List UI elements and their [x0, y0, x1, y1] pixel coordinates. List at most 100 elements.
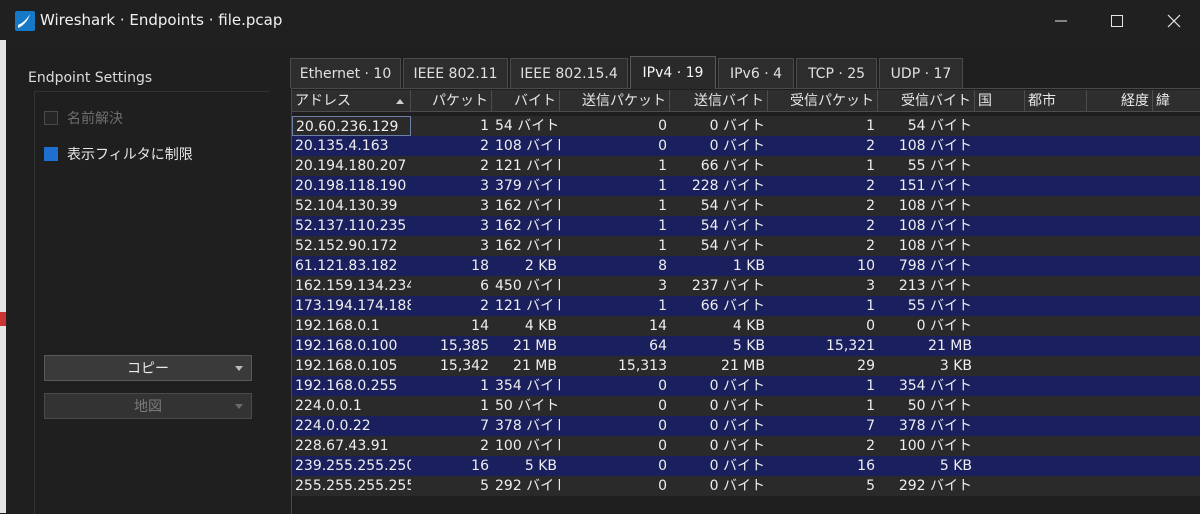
cell-longitude — [1087, 456, 1153, 476]
cell-address: 61.121.83.182 — [295, 258, 398, 274]
cell-bytes: 292 バイト — [495, 478, 560, 494]
cell-rx-packets: 5 — [866, 478, 875, 494]
header-bytes[interactable]: バイト — [492, 90, 560, 112]
header-longitude[interactable]: 経度 — [1087, 90, 1153, 112]
cell-tx-bytes: 0 バイト — [709, 418, 765, 434]
sort-ascending-icon — [396, 99, 404, 104]
cell-longitude — [1087, 436, 1153, 456]
copy-button-label: コピー — [127, 361, 169, 377]
tab-udp[interactable]: UDP · 17 — [879, 58, 963, 88]
cell-tx-packets: 0 — [658, 478, 667, 494]
cell-country — [975, 136, 1025, 156]
tab-ieee-802-15-4[interactable]: IEEE 802.15.4 — [510, 58, 628, 88]
cell-packets: 2 — [480, 158, 489, 174]
cell-bytes: 354 バイト — [495, 378, 560, 394]
cell-rx-bytes: 100 バイト — [898, 438, 972, 454]
maximize-button[interactable] — [1097, 6, 1137, 36]
table-row[interactable]: 192.168.0.1 14 4 KB 14 4 KB 0 0 バイト — [292, 316, 1200, 336]
table-row[interactable]: 192.168.0.255 1 354 バイト 0 0 バイト 1 354 バイト — [292, 376, 1200, 396]
name-resolution-checkbox[interactable]: 名前解決 — [44, 107, 123, 129]
cell-tx-packets: 8 — [658, 258, 667, 274]
table-row[interactable]: 52.104.130.39 3 162 バイト 1 54 バイト 2 108 バイト — [292, 196, 1200, 216]
header-rx-packets[interactable]: 受信パケット — [768, 90, 878, 112]
cell-latitude — [1153, 276, 1200, 296]
table-row[interactable]: 20.135.4.163 2 108 バイト 0 0 バイト 2 108 バイト — [292, 136, 1200, 156]
maximize-icon — [1111, 15, 1123, 27]
cell-city — [1025, 216, 1087, 236]
cell-rx-packets: 1 — [866, 298, 875, 314]
cell-tx-bytes: 237 バイト — [691, 278, 765, 294]
table-row[interactable]: 173.194.174.188 2 121 バイト 1 66 バイト 1 55 バイト — [292, 296, 1200, 316]
table-row[interactable]: 224.0.0.1 1 50 バイト 0 0 バイト 1 50 バイト — [292, 396, 1200, 416]
cell-latitude — [1153, 416, 1200, 436]
header-tx-packets[interactable]: 送信パケット — [560, 90, 670, 112]
minimize-button[interactable] — [1041, 6, 1081, 36]
map-button[interactable]: 地図 — [44, 393, 252, 419]
header-tx-bytes[interactable]: 送信バイト — [670, 90, 768, 112]
header-latitude[interactable]: 緯 — [1153, 90, 1200, 112]
cell-longitude — [1087, 116, 1153, 136]
cell-bytes: 378 バイト — [495, 418, 560, 434]
table-row[interactable]: 162.159.134.234 6 450 バイト 3 237 バイト 3 213 バイト — [292, 276, 1200, 296]
cell-rx-bytes: 50 バイト — [907, 398, 972, 414]
endpoints-table[interactable]: アドレス パケット バイト 送信パケット 送信バイト 受信パケット 受信バイト国都市 経度緯 … — [291, 88, 1200, 514]
cell-tx-packets: 0 — [658, 118, 667, 134]
tab-ethernet[interactable]: Ethernet · 10 — [290, 58, 401, 88]
cell-rx-packets: 16 — [857, 458, 875, 474]
cell-country — [975, 456, 1025, 476]
cell-address: 192.168.0.105 — [295, 358, 398, 374]
cell-tx-bytes: 0 バイト — [709, 398, 765, 414]
cell-bytes: 2 KB — [524, 258, 557, 274]
table-row[interactable]: 255.255.255.255 5 292 バイト 0 0 バイト 5 292 バイト — [292, 476, 1200, 496]
tab-tcp[interactable]: TCP · 25 — [796, 58, 877, 88]
cell-address: 192.168.0.100 — [295, 338, 398, 354]
tab-ipv6[interactable]: IPv6 · 4 — [718, 58, 794, 88]
header-city[interactable]: 都市 — [1025, 90, 1087, 112]
header-country[interactable]: 国 — [975, 90, 1025, 112]
cell-tx-packets: 1 — [658, 218, 667, 234]
close-icon — [1167, 14, 1181, 28]
cell-address: 52.152.90.172 — [295, 238, 398, 254]
cell-address: 224.0.0.1 — [295, 398, 362, 414]
cell-tx-bytes: 0 バイト — [709, 478, 765, 494]
name-resolution-label: 名前解決 — [67, 111, 123, 127]
table-row[interactable]: 52.152.90.172 3 162 バイト 1 54 バイト 2 108 バイト — [292, 236, 1200, 256]
cell-rx-packets: 29 — [857, 358, 875, 374]
limit-to-display-filter-checkbox[interactable]: 表示フィルタに制限 — [44, 143, 193, 165]
tab-ipv4[interactable]: IPv4 · 19 — [630, 56, 716, 89]
cell-packets: 3 — [480, 178, 489, 194]
table-row[interactable]: 192.168.0.100 15,385 21 MB 64 5 KB 15,321 21 M… — [292, 336, 1200, 356]
cell-tx-packets: 3 — [658, 278, 667, 294]
cell-tx-packets: 0 — [658, 418, 667, 434]
table-row[interactable]: 192.168.0.105 15,342 21 MB 15,313 21 MB 29 3 K… — [292, 356, 1200, 376]
cell-country — [975, 156, 1025, 176]
cell-bytes: 21 MB — [513, 338, 557, 354]
table-row[interactable]: 224.0.0.22 7 378 バイト 0 0 バイト 7 378 バイト — [292, 416, 1200, 436]
cell-rx-packets: 1 — [866, 158, 875, 174]
table-row[interactable]: 20.194.180.207 2 121 バイト 1 66 バイト 1 55 バイト — [292, 156, 1200, 176]
header-rx-bytes[interactable]: 受信バイト — [878, 90, 975, 112]
table-row[interactable]: 239.255.255.250 16 5 KB 0 0 バイト 16 5 KB — [292, 456, 1200, 476]
header-address[interactable]: アドレス — [292, 90, 411, 112]
table-row[interactable]: 228.67.43.91 2 100 バイト 0 0 バイト 2 100 バイト — [292, 436, 1200, 456]
tab-ieee-802-11[interactable]: IEEE 802.11 — [403, 58, 508, 88]
close-button[interactable] — [1154, 6, 1194, 36]
cell-latitude — [1153, 156, 1200, 176]
cell-address: 20.60.236.129 — [292, 116, 411, 136]
column-header-label: パケット — [432, 93, 488, 109]
cell-longitude — [1087, 336, 1153, 356]
cell-longitude — [1087, 296, 1153, 316]
table-row[interactable]: 20.198.118.190 3 379 バイト 1 228 バイト 2 151 バイト — [292, 176, 1200, 196]
cell-bytes: 162 バイト — [495, 198, 560, 214]
table-row[interactable]: 61.121.83.182 18 2 KB 8 1 KB 10 798 バイト — [292, 256, 1200, 276]
header-packets[interactable]: パケット — [411, 90, 492, 112]
cell-country — [975, 336, 1025, 356]
table-row[interactable]: 52.137.110.235 3 162 バイト 1 54 バイト 2 108 バイト — [292, 216, 1200, 236]
copy-button[interactable]: コピー — [44, 355, 252, 381]
cell-city — [1025, 136, 1087, 156]
endpoint-settings-heading: Endpoint Settings — [28, 70, 153, 86]
cell-country — [975, 176, 1025, 196]
cell-city — [1025, 276, 1087, 296]
table-row[interactable]: 20.60.236.129 1 54 バイト 0 0 バイト 1 54 バイト — [292, 116, 1200, 136]
title-bar[interactable]: Wireshark · Endpoints · file.pcap — [6, 0, 1200, 42]
